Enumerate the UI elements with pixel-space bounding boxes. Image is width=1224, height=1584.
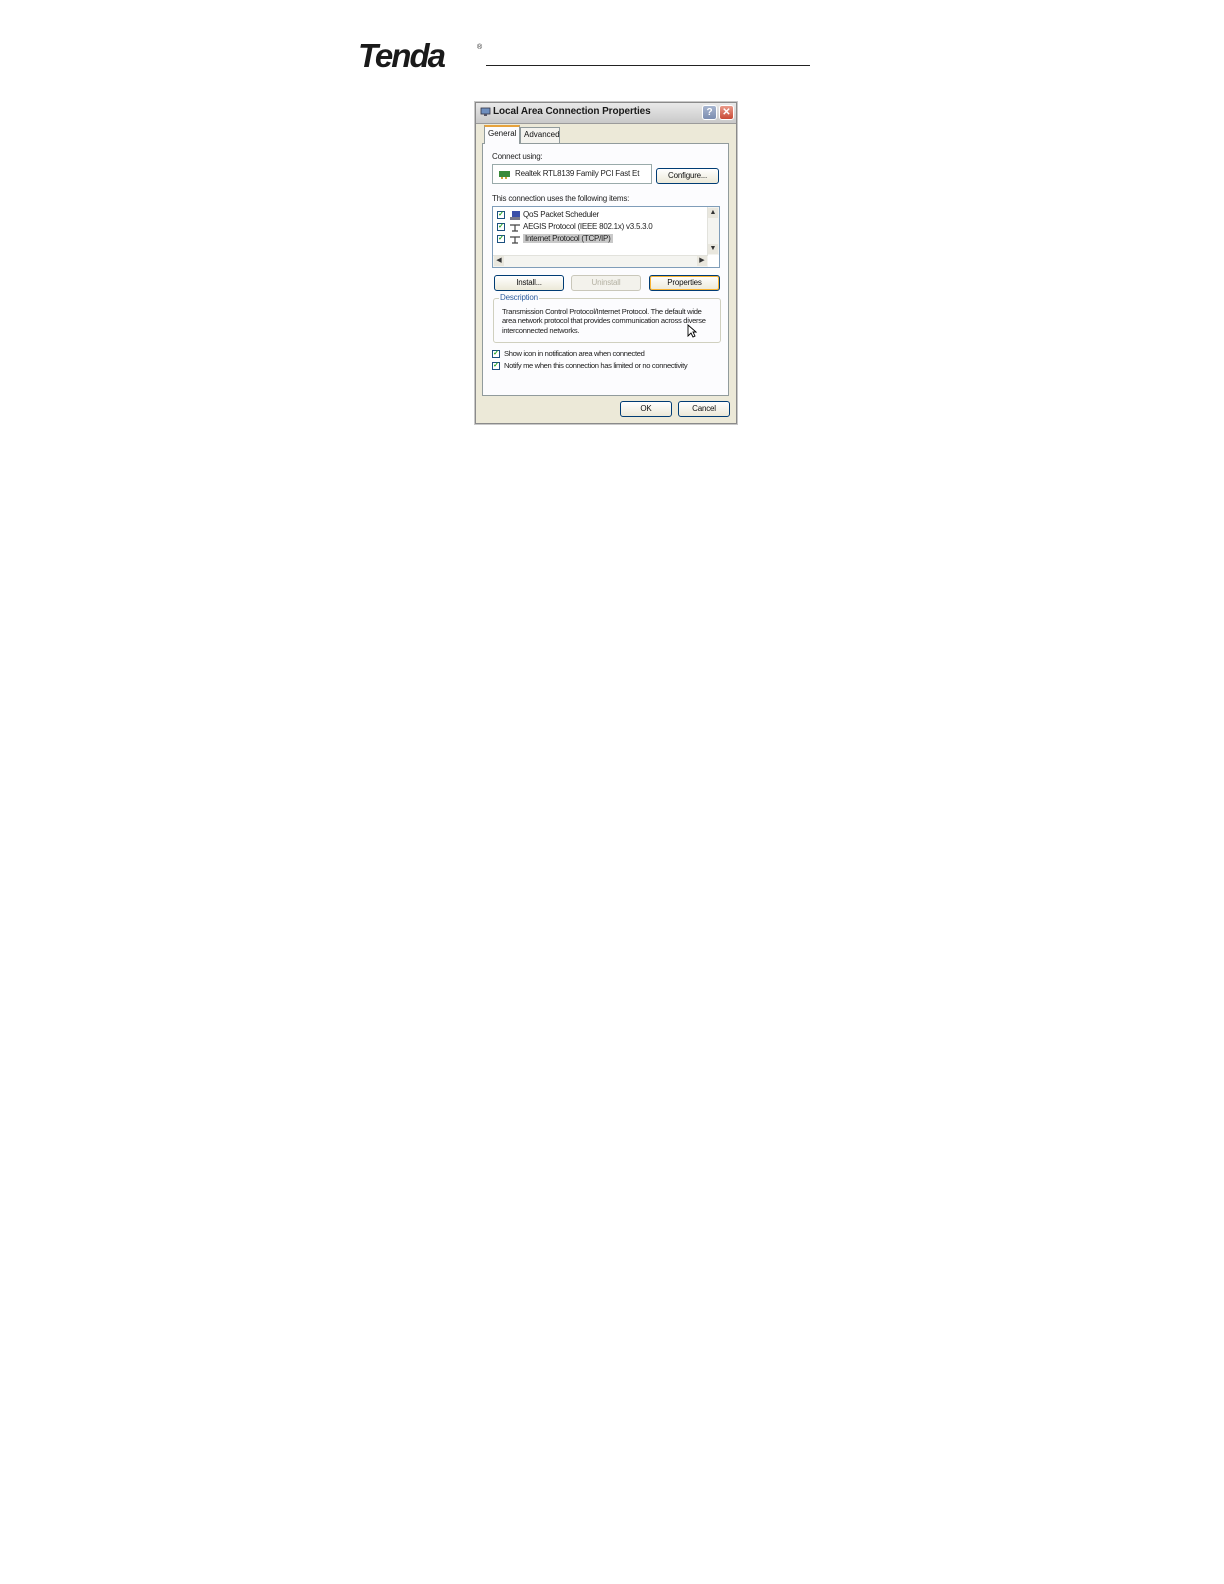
ok-button[interactable]: OK — [620, 401, 672, 417]
svg-text:®: ® — [477, 43, 483, 51]
scroll-up-icon[interactable]: ▲ — [708, 208, 718, 218]
horizontal-scrollbar[interactable]: ◀ ▶ — [493, 255, 708, 267]
show-icon-checkbox[interactable]: ✓ — [492, 350, 500, 358]
vertical-scrollbar[interactable]: ▲ ▼ — [707, 207, 719, 255]
cancel-button[interactable]: Cancel — [678, 401, 730, 417]
header-rule — [486, 65, 810, 66]
tenda-logo: Tenda ® — [358, 40, 483, 72]
notify-label: Notify me when this connection has limit… — [504, 361, 688, 370]
network-adapter-icon — [499, 171, 510, 179]
install-button[interactable]: Install... — [494, 275, 564, 291]
help-button[interactable]: ? — [702, 105, 717, 120]
item-checkbox[interactable]: ✓ — [497, 211, 505, 219]
adapter-field: Realtek RTL8139 Family PCI Fast Et — [492, 164, 652, 184]
notify-checkbox[interactable]: ✓ — [492, 362, 500, 370]
item-label: Internet Protocol (TCP/IP) — [523, 234, 613, 243]
scroll-down-icon[interactable]: ▼ — [708, 244, 718, 254]
items-label: This connection uses the following items… — [492, 194, 630, 203]
network-connection-icon — [480, 107, 491, 116]
adapter-name: Realtek RTL8139 Family PCI Fast Et — [515, 169, 640, 178]
tab-general[interactable]: General — [484, 125, 521, 144]
scroll-left-icon[interactable]: ◀ — [494, 256, 504, 266]
description-text: Transmission Control Protocol/Internet P… — [502, 307, 706, 335]
title-bar[interactable]: Local Area Connection Properties ? ✕ — [476, 103, 736, 124]
item-checkbox[interactable]: ✓ — [497, 235, 505, 243]
close-button[interactable]: ✕ — [719, 105, 734, 120]
dialog-title: Local Area Connection Properties — [493, 106, 651, 117]
scroll-right-icon[interactable]: ▶ — [697, 256, 707, 266]
properties-button[interactable]: Properties — [649, 275, 720, 291]
show-icon-label: Show icon in notification area when conn… — [504, 349, 645, 358]
configure-button[interactable]: Configure... — [656, 168, 719, 184]
protocol-icon — [510, 236, 520, 244]
items-list[interactable]: ✓ QoS Packet Scheduler ✓ AEGIS Protocol … — [492, 206, 720, 268]
item-checkbox[interactable]: ✓ — [497, 223, 505, 231]
uninstall-button[interactable]: Uninstall — [571, 275, 641, 291]
item-label: AEGIS Protocol (IEEE 802.1x) v3.5.3.0 — [523, 222, 653, 231]
mouse-pointer-icon — [687, 324, 697, 338]
protocol-icon — [510, 224, 520, 232]
svg-text:Tenda: Tenda — [358, 40, 446, 72]
connect-using-label: Connect using: — [492, 152, 543, 161]
item-label: QoS Packet Scheduler — [523, 210, 599, 219]
tab-advanced[interactable]: Advanced — [520, 127, 560, 143]
general-panel: Connect using: Realtek RTL8139 Family PC… — [482, 143, 729, 396]
description-title: Description — [499, 293, 539, 302]
properties-dialog: Local Area Connection Properties ? ✕ Gen… — [475, 102, 737, 424]
scheduler-icon — [510, 211, 520, 220]
